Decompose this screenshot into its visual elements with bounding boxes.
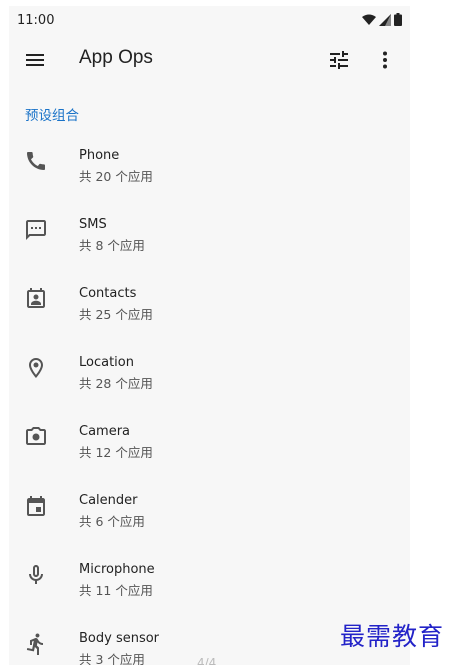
item-count: 共 8 个应用 — [79, 238, 145, 253]
tune-icon[interactable] — [327, 48, 351, 72]
item-count: 共 28 个应用 — [79, 376, 153, 391]
contacts-icon — [27, 288, 45, 308]
status-time: 11:00 — [17, 13, 55, 28]
list-item-microphone[interactable]: Microphone 共 11 个应用 — [9, 543, 410, 612]
page-title: App Ops — [79, 47, 153, 68]
item-name: Body sensor — [79, 631, 160, 646]
status-bar: 11:00 — [9, 6, 410, 36]
section-header: 预设组合 — [25, 108, 79, 124]
wifi-icon — [362, 14, 376, 25]
item-count: 共 20 个应用 — [79, 169, 153, 184]
battery-icon — [394, 13, 402, 26]
item-count: 共 12 个应用 — [79, 445, 153, 460]
more-vert-icon[interactable] — [373, 48, 397, 72]
signal-icon — [379, 13, 391, 26]
item-name: Calender — [79, 493, 138, 508]
list-item-calendar[interactable]: Calender 共 6 个应用 — [9, 474, 410, 543]
item-name: Camera — [79, 424, 131, 439]
item-count: 共 25 个应用 — [79, 307, 153, 322]
item-count: 共 3 个应用 — [79, 652, 145, 665]
app-bar: App Ops — [9, 36, 410, 84]
list-item-location[interactable]: Location 共 28 个应用 — [9, 336, 410, 405]
item-name: Phone — [79, 148, 120, 163]
item-name: Microphone — [79, 562, 155, 577]
preset-list: Phone 共 20 个应用 SMS 共 8 个应用 Contacts 共 25… — [9, 129, 410, 665]
item-name: Contacts — [79, 286, 137, 301]
page-indicator: 4/4 — [197, 656, 217, 665]
location-icon — [29, 358, 43, 378]
item-count: 共 6 个应用 — [79, 514, 145, 529]
phone-icon — [27, 152, 45, 170]
item-count: 共 11 个应用 — [79, 583, 153, 598]
list-item-sms[interactable]: SMS 共 8 个应用 — [9, 198, 410, 267]
list-item-contacts[interactable]: Contacts 共 25 个应用 — [9, 267, 410, 336]
menu-icon[interactable] — [23, 48, 47, 72]
sms-icon — [26, 220, 46, 240]
status-icons — [362, 13, 402, 26]
item-name: Location — [79, 355, 134, 370]
microphone-icon — [29, 565, 43, 584]
watermark-logo: 最需教育 — [340, 622, 445, 651]
phone-screen: 11:00 App Ops 预设组合 Phone 共 20 个应用 SMS 共 … — [9, 6, 410, 665]
list-item-phone[interactable]: Phone 共 20 个应用 — [9, 129, 410, 198]
list-item-camera[interactable]: Camera 共 12 个应用 — [9, 405, 410, 474]
calendar-icon — [27, 496, 45, 516]
camera-icon — [26, 427, 46, 445]
body-sensor-icon — [26, 633, 43, 655]
item-name: SMS — [79, 217, 107, 232]
